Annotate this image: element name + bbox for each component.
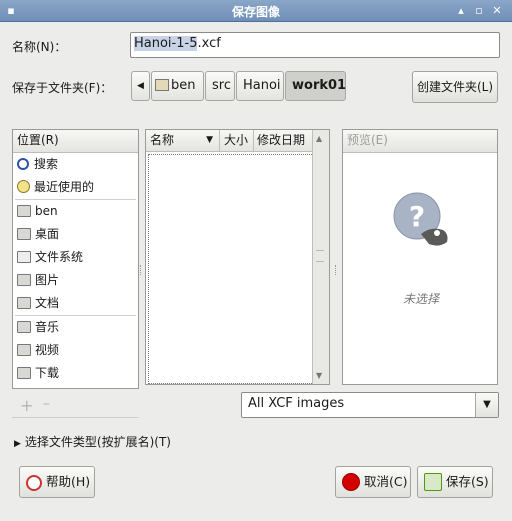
remove-place-icon[interactable]: –: [43, 396, 50, 412]
file-filter-dropdown[interactable]: All XCF images ▼: [241, 392, 499, 418]
search-icon: [17, 158, 29, 170]
places-item-desktop[interactable]: 桌面: [13, 223, 138, 246]
places-splitter-grip[interactable]: [140, 265, 144, 275]
scroll-up-icon[interactable]: ▲: [316, 134, 322, 143]
file-list-empty-area[interactable]: [148, 154, 314, 384]
file-name-ext: .xcf: [197, 36, 221, 51]
places-item-label: 文件系统: [35, 250, 84, 264]
name-label: 名称(N)：: [12, 40, 67, 54]
places-item-downloads[interactable]: 下载: [13, 362, 138, 385]
places-item-label: ben: [35, 204, 58, 218]
cancel-button[interactable]: 取消(C): [335, 466, 411, 498]
help-button-label: 帮助(H): [46, 474, 91, 489]
places-item-label: 桌面: [35, 227, 60, 241]
preview-pane: 预览(E) ? 未选择: [342, 129, 498, 385]
column-header-name[interactable]: 名称 ▼: [146, 130, 220, 152]
expander-arrow-icon: ▶: [14, 439, 21, 449]
path-crumb-src[interactable]: src: [205, 71, 235, 101]
add-place-icon[interactable]: +: [20, 396, 33, 415]
places-pane: 位置(R) 搜索 最近使用的 ben 桌面 文件系统 图片 文档 音乐 视频 下…: [12, 129, 139, 389]
places-item-label: 最近使用的: [34, 180, 95, 194]
places-item-recent[interactable]: 最近使用的: [13, 176, 138, 199]
help-icon: [26, 475, 42, 491]
cancel-button-label: 取消(C): [364, 474, 408, 489]
documents-folder-icon: [17, 297, 31, 309]
file-type-expander[interactable]: ▶ 选择文件类型(按扩展名)(T): [14, 433, 171, 450]
places-item-videos[interactable]: 视频: [13, 339, 138, 362]
places-item-label: 视频: [35, 343, 60, 357]
file-name-input[interactable]: Hanoi-1-5.xcf: [130, 32, 500, 58]
no-preview-icon: ?: [393, 192, 448, 246]
places-item-label: 下载: [35, 366, 60, 380]
preview-empty-text: 未选择: [402, 292, 439, 306]
create-folder-button[interactable]: 创建文件夹(L): [412, 71, 498, 103]
close-icon[interactable]: ✕: [491, 5, 503, 17]
places-item-label: 音乐: [35, 320, 60, 334]
home-folder-icon: [17, 205, 31, 217]
file-type-expander-label: 选择文件类型(按扩展名)(T): [24, 435, 171, 449]
sort-down-icon: ▼: [206, 135, 213, 145]
places-item-ben[interactable]: ben: [13, 200, 138, 223]
places-item-filesystem[interactable]: 文件系统: [13, 246, 138, 269]
stop-icon: [342, 473, 360, 491]
preview-header[interactable]: 预览(E): [343, 130, 497, 153]
file-list-pane: 名称 ▼ 大小 修改日期 ▲ ▼: [145, 129, 330, 385]
save-in-folder-label: 保存于文件夹(F)：: [12, 81, 113, 95]
file-name-selected: Hanoi-1-5: [134, 36, 198, 51]
svg-text:?: ?: [409, 200, 425, 233]
save-button[interactable]: 保存(S): [417, 466, 493, 498]
downloads-folder-icon: [17, 367, 31, 379]
column-header-date[interactable]: 修改日期: [254, 130, 313, 152]
path-crumb-ben-label: ben: [171, 78, 196, 93]
desktop-folder-icon: [17, 228, 31, 240]
places-item-label: 文档: [35, 296, 60, 310]
places-item-music[interactable]: 音乐: [13, 316, 138, 339]
file-filter-selected: All XCF images: [248, 396, 345, 411]
path-crumb-ben[interactable]: ben: [151, 71, 204, 101]
clock-icon: [17, 180, 30, 193]
music-folder-icon: [17, 321, 31, 333]
column-header-name-label: 名称: [150, 133, 175, 147]
scroll-grip: [316, 250, 324, 262]
places-item-label: 搜索: [34, 157, 59, 171]
window-title: 保存图像: [231, 5, 280, 19]
path-crumb-hanoi[interactable]: Hanoi: [236, 71, 284, 101]
home-folder-icon: [155, 79, 169, 91]
file-list-scrollbar[interactable]: ▲ ▼: [312, 130, 329, 384]
path-scroll-left-button[interactable]: ◀: [131, 71, 150, 101]
scroll-down-icon[interactable]: ▼: [316, 371, 322, 380]
save-button-label: 保存(S): [446, 474, 489, 489]
help-button[interactable]: 帮助(H): [19, 466, 95, 498]
filesystem-icon: [17, 251, 31, 263]
places-item-pictures[interactable]: 图片: [13, 269, 138, 292]
places-item-label: 图片: [35, 273, 60, 287]
maximize-icon[interactable]: ▫: [473, 5, 485, 17]
preview-splitter-grip[interactable]: [335, 265, 339, 275]
save-icon: [424, 473, 442, 491]
places-item-search[interactable]: 搜索: [13, 153, 138, 176]
column-header-size[interactable]: 大小: [220, 130, 254, 152]
chevron-down-icon: ▼: [475, 393, 498, 417]
videos-folder-icon: [17, 344, 31, 356]
minimize-icon[interactable]: ▴: [455, 5, 467, 17]
places-header[interactable]: 位置(R): [13, 130, 138, 153]
pictures-folder-icon: [17, 274, 31, 286]
places-divider: [12, 417, 139, 418]
title-bar: ▪ 保存图像 ▴ ▫ ✕: [0, 0, 512, 22]
path-crumb-work01[interactable]: work01: [285, 71, 346, 101]
places-item-documents[interactable]: 文档: [13, 292, 138, 315]
